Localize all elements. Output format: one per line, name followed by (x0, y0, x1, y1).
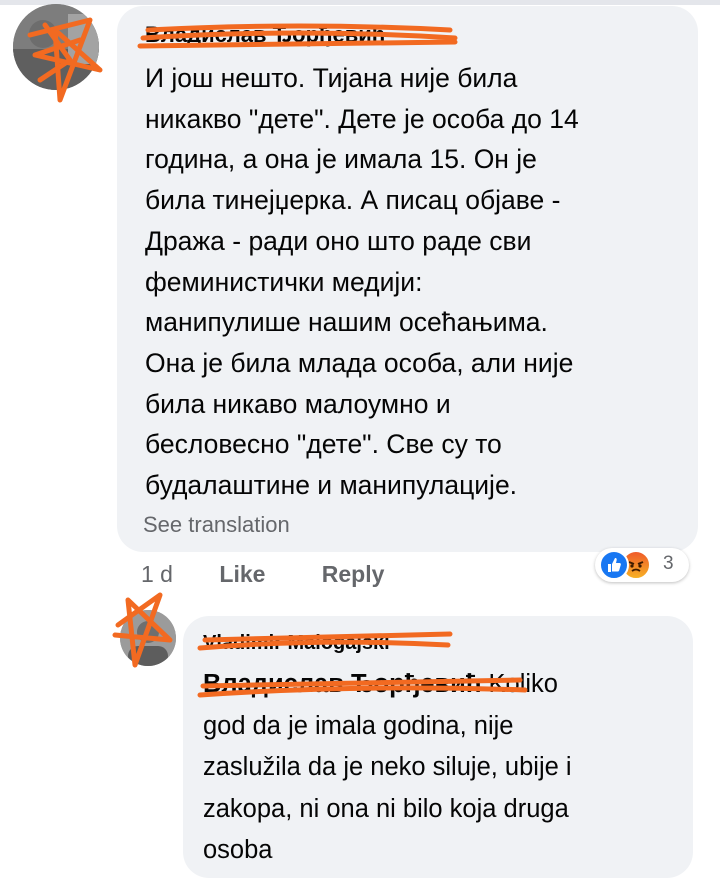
reply-text: Владислав Ђорђевић Koliko god da je imal… (203, 664, 683, 872)
like-icon (599, 550, 629, 580)
comment-author-name[interactable]: Владислав Ђорђевић (145, 22, 385, 48)
reply-mention[interactable]: Владислав Ђорђевић (203, 670, 481, 698)
top-divider (0, 0, 720, 5)
replier-avatar[interactable] (120, 610, 176, 666)
reply-author-name[interactable]: Vladimir Malogajski (203, 632, 390, 655)
comment-text: И још нешто. Тијана није била никакво "д… (145, 63, 579, 501)
reply-text-body: Koliko god da je imala godina, nije zasl… (203, 670, 572, 864)
comment-timestamp[interactable]: 1 d (141, 561, 213, 588)
like-button[interactable]: Like (219, 561, 315, 588)
commenter-avatar[interactable] (13, 4, 99, 90)
reply-button[interactable]: Reply (322, 561, 385, 588)
comment-actions: 1 d Like Reply (141, 561, 384, 588)
reaction-count: 3 (663, 553, 674, 574)
reactions-badge[interactable]: 3 (595, 548, 689, 582)
see-translation-link[interactable]: See translation (143, 512, 290, 538)
